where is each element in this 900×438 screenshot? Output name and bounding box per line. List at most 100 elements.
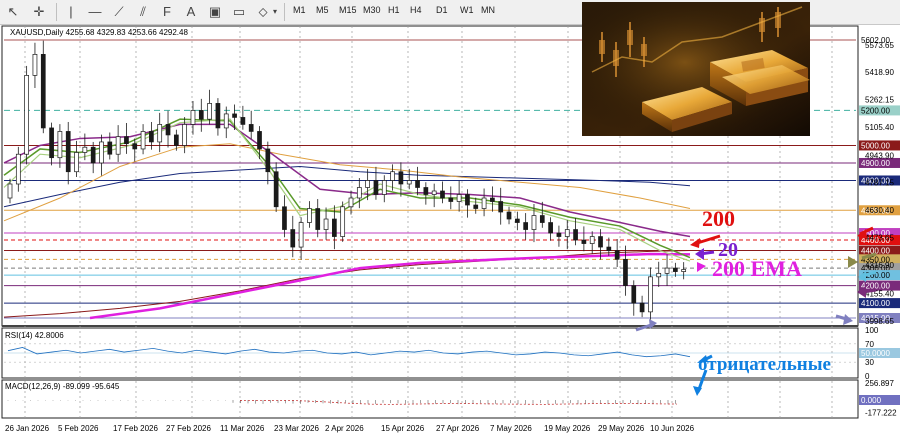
toolbar-separator [56, 3, 57, 21]
candle-body [90, 146, 96, 164]
price-level-label: 5200.00 [861, 106, 890, 115]
candle-body [623, 258, 628, 286]
candle-body [140, 131, 146, 150]
fibonacci-icon[interactable]: F [158, 3, 176, 21]
timeframe-h4[interactable]: H4 [410, 5, 422, 15]
cursor-icon[interactable]: ↖ [4, 3, 22, 21]
candle-body [315, 208, 321, 230]
timeframe-h1[interactable]: H1 [388, 5, 400, 15]
candle-body [598, 236, 603, 248]
candle-body [648, 276, 653, 313]
timeframe-m1[interactable]: M1 [293, 5, 306, 15]
candle-body [398, 171, 404, 185]
candle-body [99, 141, 104, 164]
candle-body [198, 110, 204, 120]
macd-tick-label: -177.222 [865, 408, 897, 417]
price-level-label: 5000.00 [861, 141, 890, 150]
candle-body [564, 229, 570, 237]
candle-body [606, 246, 612, 251]
vertical-line-icon[interactable]: | [62, 3, 80, 21]
candle-body [190, 110, 196, 125]
candle-body [332, 218, 337, 237]
price-tick-label: 5105.40 [865, 123, 894, 132]
price-tick-label: 4943.90 [865, 151, 894, 160]
candle-body [356, 187, 362, 199]
candle-body [589, 236, 595, 244]
candle-body [215, 103, 221, 129]
price-tick-label: 5573.65 [865, 41, 894, 50]
timeframe-d1[interactable]: D1 [436, 5, 448, 15]
candle-body [473, 204, 479, 209]
rsi-tick-label: 30 [865, 358, 874, 367]
candle-body [173, 134, 179, 146]
candle-body [273, 171, 279, 208]
price-tick-label: 4473.65 [865, 234, 894, 243]
crosshair-icon[interactable]: ✛ [30, 3, 48, 21]
candle-body [631, 285, 637, 304]
candle-body [415, 180, 420, 188]
candle-body [456, 194, 462, 202]
horizontal-line-icon[interactable]: — [86, 3, 104, 21]
candle-body [282, 206, 287, 230]
text-label-icon[interactable]: ▣ [206, 3, 224, 21]
timeframe-mn[interactable]: MN [481, 5, 495, 15]
candle-body [373, 180, 379, 195]
candle-body [7, 183, 13, 199]
candle-body [581, 239, 587, 244]
rsi-tick-label: 100 [865, 326, 879, 335]
candle-body [664, 267, 670, 274]
rsi-level-label: 50.0000 [861, 349, 890, 358]
timeframe-w1[interactable]: W1 [460, 5, 474, 15]
rsi-label: RSI(14) 42.8006 [5, 331, 64, 340]
price-level-label: 4100.00 [861, 299, 890, 308]
x-tick-label: 26 Jan 2026 [5, 424, 50, 433]
chevron-down-icon[interactable]: ▾ [266, 3, 284, 21]
x-tick-label: 15 Apr 2026 [381, 424, 425, 433]
price-level-label: 4900.00 [861, 159, 890, 168]
candle-body [82, 146, 88, 153]
candle-body [132, 143, 138, 150]
candle-body [523, 222, 529, 230]
timeframe-m30[interactable]: M30 [363, 5, 381, 15]
candle-body [248, 124, 254, 132]
shapes-icon[interactable]: ▭ [230, 3, 248, 21]
x-tick-label: 17 Feb 2026 [113, 424, 158, 433]
symbol-info: XAUUSD,Daily 4255.68 4329.83 4253.66 429… [10, 28, 188, 37]
candle-body [107, 141, 113, 155]
text-tool-icon[interactable]: A [182, 3, 200, 21]
candle-body [423, 187, 429, 195]
candle-body [490, 197, 495, 202]
timeframe-m15[interactable]: M15 [339, 5, 357, 15]
price-tick-label: 4316.90 [865, 261, 894, 270]
price-tick-label: 4630.40 [865, 206, 894, 215]
candle-body [323, 218, 329, 230]
candle-body [481, 197, 487, 209]
candle-body [307, 208, 312, 223]
macd-zero-label: 0.000 [861, 396, 882, 405]
channel-icon[interactable]: ⫽ [134, 3, 152, 21]
candle-body [639, 302, 645, 313]
candle-body [115, 136, 121, 155]
candle-body [440, 190, 445, 199]
candle-body [673, 267, 678, 272]
candle-body [381, 180, 387, 195]
candle-body [32, 54, 38, 76]
macd-label: MACD(12,26,9) -89.099 -95.645 [5, 382, 120, 391]
candle-body [556, 232, 562, 237]
candle-body [290, 229, 296, 248]
x-tick-label: 11 Mar 2026 [220, 424, 265, 433]
x-tick-label: 10 Jun 2026 [650, 424, 695, 433]
candle-body [465, 194, 470, 206]
x-tick-label: 7 May 2026 [490, 424, 532, 433]
candle-body [681, 269, 687, 272]
price-tick-label: 5262.15 [865, 96, 894, 105]
trendline-icon[interactable]: ⟋ [110, 3, 128, 21]
price-axis: 5602.005200.005000.004900.004800.004630.… [859, 35, 900, 326]
candle-body [448, 197, 454, 202]
candle-body [298, 222, 304, 248]
candle-body [365, 180, 370, 188]
x-tick-label: 5 Feb 2026 [58, 424, 99, 433]
candle-body [265, 148, 271, 173]
candle-body [223, 113, 229, 129]
timeframe-m5[interactable]: M5 [316, 5, 329, 15]
